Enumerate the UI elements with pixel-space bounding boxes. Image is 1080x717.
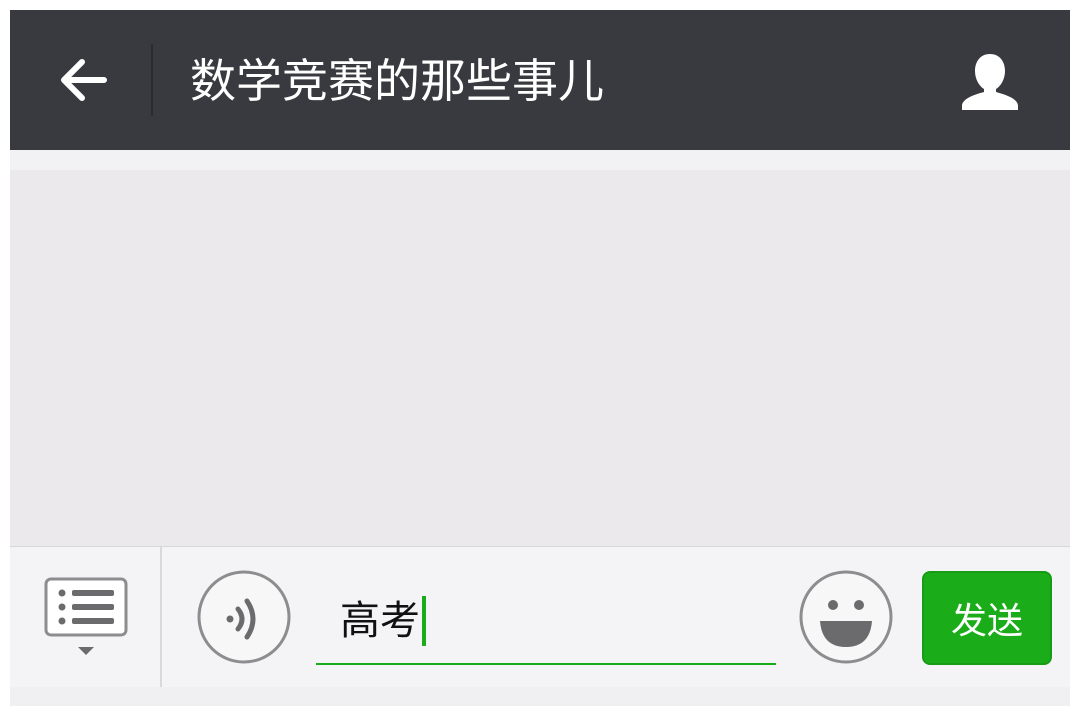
emoji-button[interactable] bbox=[798, 569, 894, 665]
message-input[interactable]: 高考 bbox=[316, 577, 776, 665]
input-bar-footer bbox=[10, 687, 1070, 706]
person-icon bbox=[962, 54, 1018, 110]
send-button[interactable]: 发送 bbox=[922, 571, 1052, 665]
menu-list-icon bbox=[44, 577, 128, 655]
input-bar-divider bbox=[160, 547, 162, 687]
emoji-icon bbox=[799, 570, 893, 664]
text-caret bbox=[422, 596, 426, 646]
voice-icon bbox=[197, 570, 291, 664]
header-divider bbox=[151, 44, 153, 116]
profile-button[interactable] bbox=[950, 44, 1030, 120]
header-bar: 数学竞赛的那些事儿 bbox=[10, 10, 1070, 150]
voice-mode-button[interactable] bbox=[196, 569, 292, 665]
message-list[interactable] bbox=[10, 170, 1070, 546]
chat-screen: 数学竞赛的那些事儿 高考 发送 bbox=[10, 10, 1070, 706]
back-button[interactable] bbox=[44, 44, 120, 116]
header-separator bbox=[10, 150, 1070, 170]
back-arrow-icon bbox=[61, 59, 107, 101]
message-input-text: 高考 bbox=[340, 598, 420, 644]
menu-toggle-button[interactable] bbox=[40, 575, 136, 665]
chat-title: 数学竞赛的那些事儿 bbox=[190, 54, 604, 108]
input-bar: 高考 发送 bbox=[10, 546, 1070, 706]
